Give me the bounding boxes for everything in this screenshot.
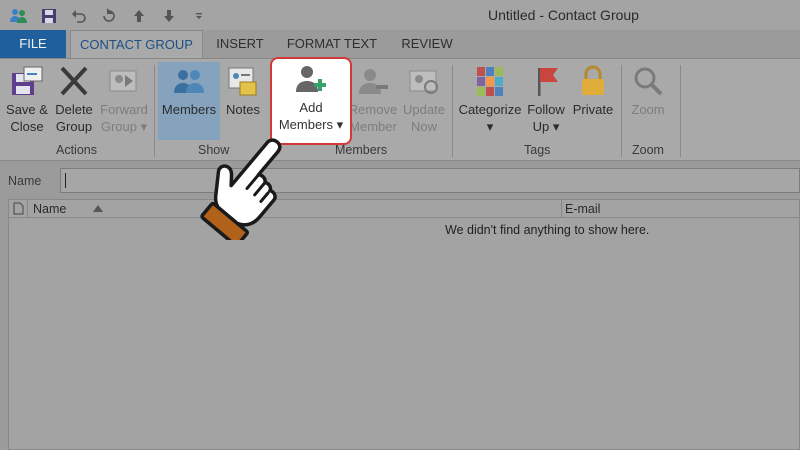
remove-member-icon: [359, 69, 388, 94]
add-member-icon: [296, 66, 326, 92]
document-icon: [13, 202, 24, 215]
members-list[interactable]: Name E-mail We didn't find anything to s…: [8, 199, 800, 450]
down-arrow-icon[interactable]: [156, 5, 182, 27]
notes-button[interactable]: Notes: [222, 63, 264, 118]
sort-ascending-icon: [93, 205, 103, 212]
tab-format-text[interactable]: FORMAT TEXT: [282, 30, 382, 58]
categorize-icon: [477, 67, 503, 96]
members-people-icon: [174, 70, 204, 93]
flag-icon: [538, 68, 558, 96]
group-label-tags: Tags: [524, 143, 551, 157]
customize-qat-icon[interactable]: [186, 5, 212, 27]
ribbon-separator: [680, 65, 681, 157]
zoom-button[interactable]: Zoom: [626, 63, 670, 118]
tab-file[interactable]: FILE: [0, 30, 66, 58]
ribbon-tabs: FILE CONTACT GROUP INSERT FORMAT TEXT RE…: [0, 30, 800, 58]
ribbon-separator: [154, 65, 155, 157]
ribbon-separator: [621, 65, 622, 157]
notes-icon: [228, 67, 257, 96]
ribbon-separator: [452, 65, 453, 157]
lock-icon: [582, 65, 604, 95]
people-icon[interactable]: [6, 5, 32, 27]
name-row: Name: [0, 168, 800, 194]
name-label: Name: [8, 174, 42, 188]
group-label-zoom: Zoom: [632, 143, 664, 157]
follow-up-button[interactable]: Follow Up ▾: [524, 63, 568, 135]
text-caret: [65, 173, 66, 188]
save-close-icon: [12, 66, 43, 95]
empty-list-message: We didn't find anything to show here.: [445, 223, 650, 237]
remove-member-button[interactable]: Remove Member: [348, 63, 398, 135]
save-icon[interactable]: [36, 5, 62, 27]
title-bar: Untitled - Contact Group: [0, 0, 800, 30]
list-header: Name E-mail: [9, 200, 800, 218]
private-button[interactable]: Private: [570, 63, 616, 118]
delete-group-button[interactable]: Delete Group: [52, 63, 96, 135]
forward-group-button[interactable]: Forward Group ▾: [98, 63, 150, 135]
window-title: Untitled - Contact Group: [488, 7, 639, 23]
up-arrow-icon[interactable]: [126, 5, 152, 27]
tab-contact-group[interactable]: CONTACT GROUP: [70, 30, 203, 58]
quick-access-toolbar: [6, 5, 212, 27]
update-card-icon: [409, 70, 438, 94]
pointing-hand-icon: [200, 138, 282, 240]
save-close-button[interactable]: Save & Close: [4, 63, 50, 135]
tab-insert[interactable]: INSERT: [212, 30, 268, 58]
add-members-button[interactable]: Add Members ▾: [272, 59, 350, 133]
forward-card-icon: [109, 70, 137, 92]
group-label-members: Members: [335, 143, 388, 157]
column-header-name[interactable]: Name: [33, 202, 66, 216]
members-view-button[interactable]: Members: [160, 63, 218, 118]
tab-review[interactable]: REVIEW: [396, 30, 458, 58]
group-label-actions: Actions: [56, 143, 97, 157]
undo-icon[interactable]: [66, 5, 92, 27]
name-input[interactable]: [60, 168, 800, 193]
delete-x-icon: [60, 66, 88, 96]
magnifier-icon: [634, 67, 663, 96]
ribbon: Save & Close Delete Group Forward Group …: [0, 58, 800, 161]
categorize-button[interactable]: Categorize ▾: [458, 63, 522, 135]
update-now-button[interactable]: Update Now: [400, 63, 448, 135]
column-header-email[interactable]: E-mail: [565, 202, 600, 216]
redo-icon[interactable]: [96, 5, 122, 27]
